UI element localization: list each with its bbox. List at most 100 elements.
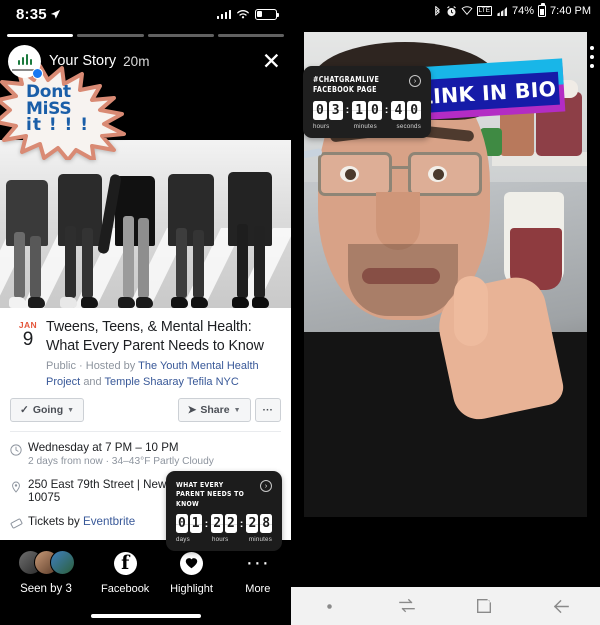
event-day: 9 — [22, 329, 34, 350]
more-options-button[interactable]: ··· — [254, 398, 281, 423]
facebook-action[interactable]: f Facebook — [92, 550, 158, 595]
event-title[interactable]: Tweens, Teens, & Mental Health: What Eve… — [46, 318, 279, 355]
cellular-signal-icon — [216, 9, 231, 19]
bluetooth-icon — [433, 5, 442, 18]
tickets-text: Tickets by Eventbrite — [28, 515, 135, 528]
chevron-right-circle-icon[interactable]: › — [260, 480, 272, 492]
countdown-header: #CHATGRAMLIVE FACEBOOK PAGE › — [313, 75, 421, 95]
wifi-icon — [237, 9, 249, 18]
progress-segment — [147, 34, 214, 37]
story-username[interactable]: Your Story — [49, 53, 116, 69]
highlight-action[interactable]: Highlight — [158, 550, 224, 595]
countdown-colon: : — [239, 517, 244, 530]
android-story-viewport[interactable]: #CHATGRAMLIVE FACEBOOK PAGE › 0 3 : 1 0 … — [291, 22, 600, 587]
share-button[interactable]: ➤ Share ▼ — [177, 398, 251, 423]
ios-status-bar: 8:35 — [0, 0, 291, 28]
pedestrian — [228, 146, 278, 308]
pupil-left — [345, 169, 356, 180]
nose — [376, 192, 420, 250]
story-header: Your Story 20m ✕ — [0, 40, 291, 82]
sticker-line-3: it ! ! ! — [26, 115, 89, 136]
link-in-bio-sticker[interactable]: LINK IN BIO — [410, 58, 566, 121]
progress-segment — [77, 34, 144, 37]
host-conjunction: and — [83, 375, 102, 388]
heart-icon — [158, 550, 224, 576]
countdown-sticker-right[interactable]: #CHATGRAMLIVE FACEBOOK PAGE › 0 3 : 1 0 … — [303, 66, 431, 138]
pedestrian — [115, 143, 161, 308]
facebook-label: Facebook — [101, 583, 150, 595]
going-label: Going — [32, 404, 64, 417]
viewer-avatar — [49, 550, 75, 575]
alarm-clock-icon — [446, 5, 457, 17]
countdown-digit: 0 — [368, 100, 382, 120]
event-action-row: ✓ Going ▼ ➤ Share ▼ ··· — [0, 394, 291, 431]
countdown-unit: hours — [211, 536, 229, 544]
battery-icon — [538, 3, 547, 17]
avatar[interactable] — [8, 44, 43, 79]
countdown-digit: 2 — [246, 514, 259, 534]
story-progress-bars — [7, 34, 284, 37]
back-icon — [553, 599, 569, 613]
left-phone-screen: 8:35 Your Story 20m ✕ Dont MiSS it ! ! !… — [0, 0, 291, 625]
hosted-by-label: · Hosted by — [79, 360, 136, 373]
more-label: More — [245, 583, 271, 595]
progress-segment — [7, 34, 74, 37]
nav-back-button[interactable] — [523, 598, 600, 615]
story-viewport[interactable]: Your Story 20m ✕ Dont MiSS it ! ! ! JAN … — [0, 28, 291, 568]
countdown-digits: 0 1 : 2 2 : 2 8 — [176, 514, 273, 534]
countdown-unit: hours — [313, 122, 330, 130]
eventbrite-link[interactable]: Eventbrite — [83, 515, 135, 528]
battery-low-icon — [255, 8, 280, 20]
countdown-digit: 2 — [211, 514, 224, 534]
event-host-2[interactable]: Temple Shaaray Tefila NYC — [105, 376, 239, 388]
close-icon[interactable]: ✕ — [262, 49, 281, 73]
seen-by-group[interactable]: Seen by 3 — [0, 550, 92, 595]
event-time-secondary: 2 days from now · 34–43°F Partly Cloudy — [28, 456, 214, 468]
countdown-unit: minutes — [353, 122, 377, 130]
pupil-right — [433, 169, 444, 180]
highlight-label: Highlight — [170, 583, 213, 595]
battery-percent: 74% — [512, 5, 535, 17]
pedestrian — [58, 150, 106, 308]
event-hosts: Public · Hosted by The Youth Mental Heal… — [46, 359, 279, 390]
event-time-primary: Wednesday at 7 PM – 10 PM — [28, 441, 179, 455]
story-photo-teens-walking — [0, 140, 291, 308]
countdown-digit: 4 — [391, 100, 406, 120]
countdown-digit: 3 — [328, 100, 343, 120]
home-indicator — [90, 614, 201, 618]
countdown-digit: 2 — [225, 514, 237, 534]
countdown-unit: seconds — [396, 122, 421, 130]
sticker-text: Dont MiSS it ! ! ! — [26, 84, 121, 134]
right-phone-screen: LTE 74% 7:40 PM #CHATGRAMLIVE FACEBOOK P… — [291, 0, 600, 625]
home-icon — [477, 598, 492, 613]
countdown-digit: 0 — [407, 100, 422, 120]
screenshot-root: 8:35 Your Story 20m ✕ Dont MiSS it ! ! !… — [0, 0, 600, 625]
nav-dot-button[interactable] — [291, 603, 368, 610]
countdown-digit: 1 — [352, 100, 367, 120]
countdown-colon: : — [345, 104, 350, 117]
countdown-digit: 0 — [313, 100, 327, 120]
clock-icon — [10, 441, 28, 461]
pedestrian — [6, 158, 52, 308]
countdown-digit: 0 — [176, 514, 188, 534]
going-button[interactable]: ✓ Going ▼ — [10, 398, 85, 423]
event-date-block: JAN 9 — [10, 318, 46, 390]
ticket-icon — [10, 515, 28, 535]
nav-recents-button[interactable] — [368, 598, 445, 614]
countdown-unit: days — [176, 536, 190, 544]
ellipsis-icon: ··· — [245, 550, 270, 574]
countdown-header: WHAT EVERY PARENT NEEDS TO KNOW › — [176, 480, 272, 508]
story-bottom-bar: Seen by 3 f Facebook Highlight ··· More — [0, 540, 291, 625]
ellipsis-icon: ··· — [262, 404, 274, 417]
nav-home-button[interactable] — [446, 597, 523, 615]
countdown-title: #CHATGRAMLIVE FACEBOOK PAGE — [313, 75, 380, 94]
organization-logo-icon — [11, 54, 38, 71]
kebab-menu-icon[interactable] — [590, 46, 594, 73]
countdown-sticker-left[interactable]: WHAT EVERY PARENT NEEDS TO KNOW › 0 1 : … — [166, 471, 282, 552]
progress-segment — [217, 34, 284, 37]
chevron-right-circle-icon[interactable]: › — [409, 75, 421, 87]
more-action[interactable]: ··· More — [225, 550, 291, 595]
event-privacy: Public — [46, 360, 76, 373]
android-status-time: 7:40 PM — [550, 5, 591, 17]
share-label: Share — [200, 404, 230, 417]
